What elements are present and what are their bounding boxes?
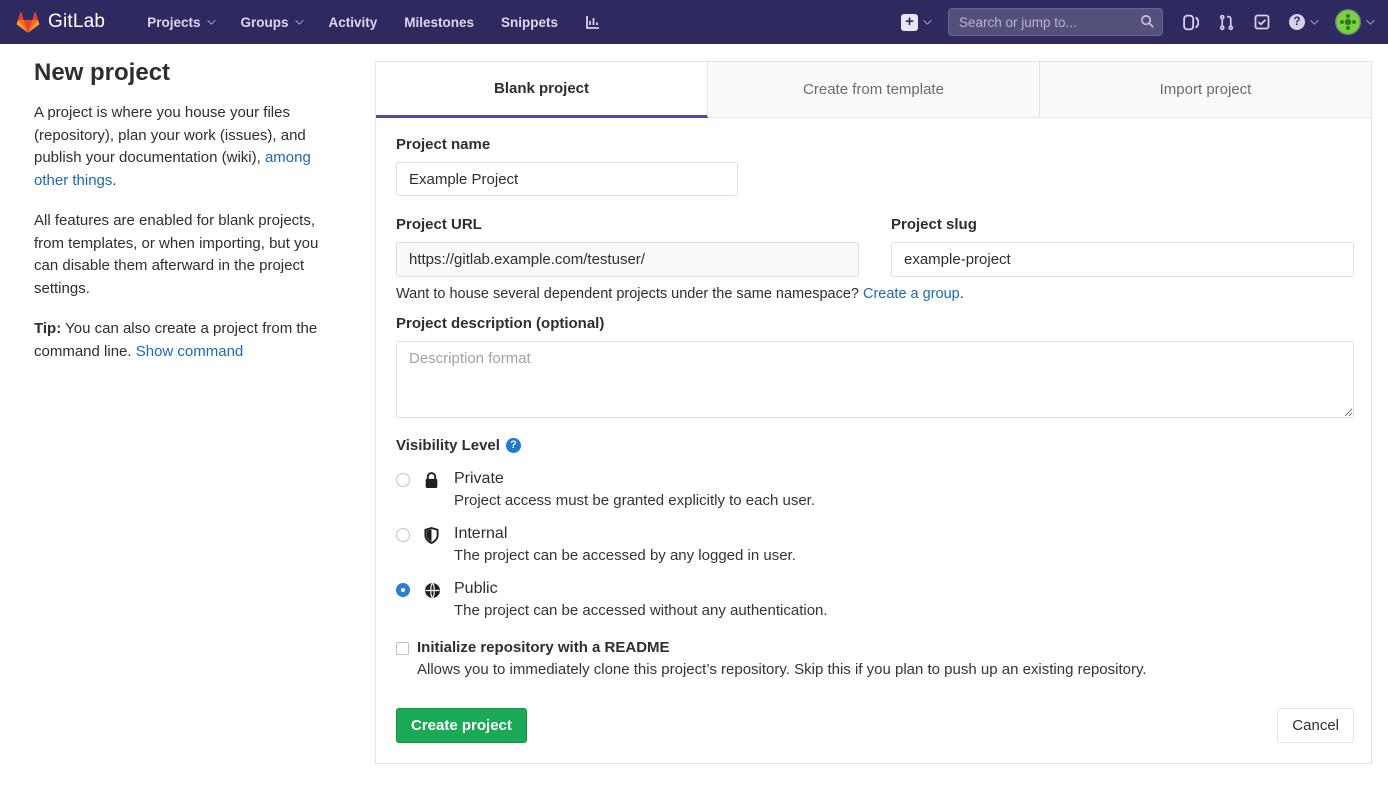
project-url-input[interactable]	[396, 242, 859, 277]
user-menu-button[interactable]	[1335, 9, 1372, 35]
charts-nav-button[interactable]	[585, 14, 601, 30]
lock-icon	[424, 472, 441, 489]
project-description-textarea[interactable]	[396, 341, 1354, 418]
bar-chart-icon	[585, 14, 601, 30]
visibility-level-label: Visibility Level	[396, 437, 500, 454]
create-a-group-link[interactable]: Create a group	[863, 286, 960, 302]
global-search	[948, 8, 1163, 36]
nav-activity-label: Activity	[328, 15, 377, 30]
todos-button[interactable]	[1254, 14, 1270, 30]
chevron-down-icon	[296, 16, 304, 24]
internal-description: The project can be accessed by any logge…	[454, 547, 796, 564]
chevron-down-icon	[208, 16, 216, 24]
brand-name: GitLab	[48, 11, 105, 33]
namespace-hint: Want to house several dependent projects…	[396, 286, 1354, 302]
chevron-down-icon	[923, 16, 931, 24]
visibility-option-private: Private Project access must be granted e…	[396, 470, 1354, 509]
tip-label: Tip:	[34, 320, 61, 337]
visibility-option-public: Public The project can be accessed witho…	[396, 580, 1354, 619]
show-command-link[interactable]: Show command	[136, 343, 244, 360]
internal-radio[interactable]	[396, 528, 410, 542]
project-name-label: Project name	[396, 136, 1354, 153]
new-menu-button[interactable]: +	[901, 14, 929, 31]
avatar	[1335, 9, 1361, 35]
nav-groups-label: Groups	[240, 15, 288, 30]
top-navbar: GitLab Projects Groups Activity Mileston…	[0, 0, 1388, 44]
search-input[interactable]	[948, 8, 1163, 36]
visibility-option-internal: Internal The project can be accessed by …	[396, 525, 1354, 564]
shield-icon	[424, 527, 441, 544]
gitlab-tanuki-logo-icon	[16, 10, 40, 34]
nav-groups[interactable]: Groups	[240, 15, 301, 30]
todo-check-icon	[1254, 14, 1270, 30]
gitlab-home-link[interactable]: GitLab	[16, 10, 105, 34]
nav-snippets[interactable]: Snippets	[501, 15, 558, 30]
help-icon: ?	[1289, 14, 1305, 30]
nav-milestones-label: Milestones	[404, 15, 474, 30]
nav-projects[interactable]: Projects	[147, 15, 213, 30]
issues-button[interactable]	[1182, 14, 1199, 31]
project-name-input[interactable]	[396, 162, 738, 196]
nav-activity[interactable]: Activity	[328, 15, 377, 30]
readme-option: Initialize repository with a README Allo…	[396, 639, 1354, 678]
internal-label[interactable]: Internal	[454, 525, 796, 543]
primary-nav: Projects Groups Activity Milestones Snip…	[147, 14, 601, 30]
project-type-tabs: Blank project Create from template Impor…	[376, 62, 1371, 118]
private-label[interactable]: Private	[454, 470, 815, 488]
plus-icon: +	[901, 14, 918, 31]
help-menu-button[interactable]: ?	[1289, 14, 1316, 30]
tab-create-from-template[interactable]: Create from template	[708, 62, 1040, 118]
nav-milestones[interactable]: Milestones	[404, 15, 474, 30]
project-description-label: Project description (optional)	[396, 315, 1354, 332]
public-label[interactable]: Public	[454, 580, 828, 598]
readme-description: Allows you to immediately clone this pro…	[417, 661, 1147, 678]
new-project-panel: Blank project Create from template Impor…	[375, 61, 1372, 764]
globe-icon	[424, 582, 441, 599]
public-description: The project can be accessed without any …	[454, 602, 828, 619]
visibility-help-icon[interactable]: ?	[506, 438, 521, 453]
blank-project-form: Project name Project URL Project slug Wa…	[376, 118, 1371, 763]
readme-checkbox[interactable]	[396, 642, 409, 655]
sidebar-description-2: All features are enabled for blank proje…	[34, 210, 331, 300]
readme-label[interactable]: Initialize repository with a README	[417, 639, 1147, 656]
public-radio[interactable]	[396, 583, 410, 597]
merge-requests-button[interactable]	[1218, 14, 1235, 31]
nav-projects-label: Projects	[147, 15, 200, 30]
chevron-down-icon	[1310, 16, 1318, 24]
project-slug-input[interactable]	[891, 242, 1354, 277]
namespace-hint-text: Want to house several dependent projects…	[396, 286, 863, 302]
sidebar-p1-period: .	[112, 172, 116, 189]
private-radio[interactable]	[396, 473, 410, 487]
namespace-hint-period: .	[960, 286, 964, 302]
search-icon	[1140, 14, 1155, 29]
tab-blank-project[interactable]: Blank project	[376, 62, 708, 118]
create-project-button[interactable]: Create project	[396, 708, 527, 743]
navbar-right-group: +	[901, 8, 1372, 36]
cancel-button[interactable]: Cancel	[1277, 708, 1354, 743]
merge-request-icon	[1218, 14, 1235, 31]
nav-snippets-label: Snippets	[501, 15, 558, 30]
chevron-down-icon	[1366, 16, 1374, 24]
issues-icon	[1182, 14, 1199, 31]
new-project-sidebar: New project A project is where you house…	[0, 44, 375, 381]
project-url-label: Project URL	[396, 216, 859, 233]
sidebar-description-1: A project is where you house your files …	[34, 102, 331, 192]
project-slug-label: Project slug	[891, 216, 1354, 233]
private-description: Project access must be granted explicitl…	[454, 492, 815, 509]
page-title: New project	[34, 59, 331, 87]
tab-import-project[interactable]: Import project	[1040, 62, 1371, 118]
sidebar-tip: Tip: You can also create a project from …	[34, 318, 331, 363]
